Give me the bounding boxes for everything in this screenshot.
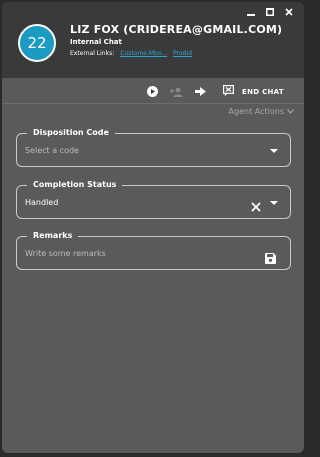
completion-status-value: Handled — [25, 198, 59, 207]
completion-status-select[interactable]: Completion Status Handled — [16, 180, 291, 219]
agent-actions-label: Agent Actions — [228, 107, 284, 116]
window-controls — [246, 7, 294, 17]
chevron-down-icon — [287, 107, 294, 116]
chat-window: 22 LIZ FOX (CRIDEREA@GMAIL.COM) Internal… — [2, 2, 304, 453]
end-chat-icon — [223, 85, 235, 98]
external-links-label: External Links: — [70, 50, 115, 57]
disposition-code-label: Disposition Code — [27, 128, 115, 138]
dropdown-caret-icon[interactable] — [270, 149, 278, 153]
external-link-customer[interactable]: Custome Mbo... — [120, 50, 167, 57]
save-icon[interactable] — [265, 249, 276, 268]
dropdown-caret-icon[interactable] — [270, 201, 278, 205]
remarks-field[interactable]: Remarks Write some remarks — [16, 231, 291, 270]
external-link-product[interactable]: Prodid — [173, 50, 192, 57]
forward-icon[interactable] — [195, 86, 206, 97]
maximize-icon[interactable] — [265, 7, 275, 17]
external-links: External Links: Custome Mbo... Prodid — [70, 50, 192, 57]
disposition-code-placeholder: Select a code — [25, 146, 79, 155]
play-icon[interactable] — [147, 86, 158, 97]
chat-type-label: Internal Chat — [70, 38, 122, 46]
remarks-label: Remarks — [27, 231, 79, 241]
remarks-input[interactable]: Write some remarks — [25, 249, 106, 258]
end-chat-label: END CHAT — [242, 87, 284, 96]
completion-status-label: Completion Status — [27, 180, 123, 190]
minimize-icon[interactable] — [246, 7, 256, 17]
agent-actions-dropdown[interactable]: Agent Actions — [229, 107, 294, 116]
end-chat-button[interactable]: END CHAT — [223, 85, 284, 98]
transfer-agent-icon[interactable] — [170, 86, 183, 97]
clear-selection-icon[interactable] — [251, 197, 261, 216]
close-icon[interactable] — [284, 7, 294, 17]
contact-name: LIZ FOX (CRIDEREA@GMAIL.COM) — [70, 23, 283, 36]
disposition-code-select[interactable]: Disposition Code Select a code — [16, 128, 291, 167]
contact-header: 22 LIZ FOX (CRIDEREA@GMAIL.COM) Internal… — [2, 2, 304, 78]
avatar: 22 — [18, 24, 56, 62]
chat-toolbar: END CHAT — [2, 78, 304, 104]
